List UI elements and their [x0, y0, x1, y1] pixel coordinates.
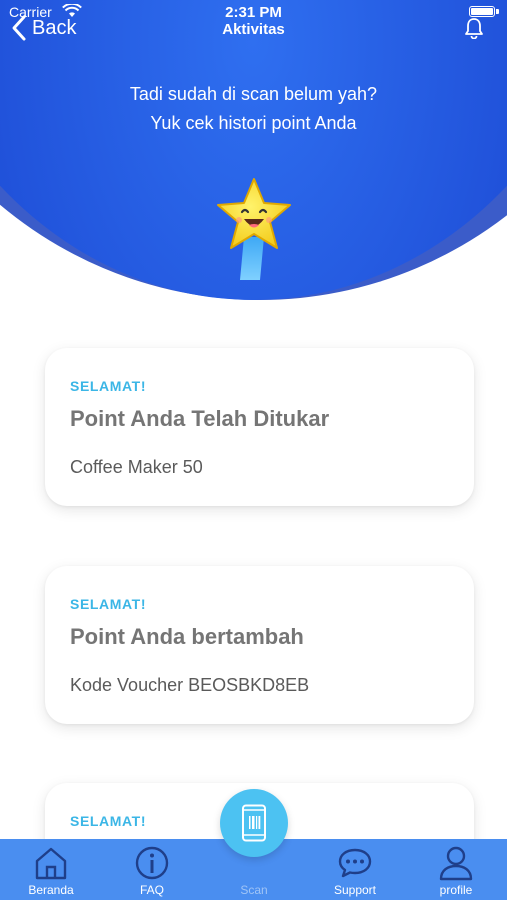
activity-card[interactable]: SELAMAT! Point Anda bertambah Kode Vouch…	[45, 566, 474, 724]
tab-label: profile	[439, 883, 473, 897]
card-title: Point Anda Telah Ditukar	[70, 406, 330, 431]
chat-icon	[338, 848, 372, 878]
card-description: Coffee Maker 50	[70, 457, 203, 477]
bell-icon[interactable]	[463, 17, 485, 39]
header-subtitle: Tadi sudah di scan belum yah? Yuk cek hi…	[0, 80, 507, 138]
user-icon	[439, 846, 473, 881]
tab-profile[interactable]: profile	[416, 839, 496, 900]
card-tag: SELAMAT!	[70, 378, 147, 394]
tab-beranda[interactable]: Beranda	[11, 839, 91, 900]
tab-label: Support	[333, 883, 377, 897]
card-tag: SELAMAT!	[70, 813, 147, 829]
card-title: Point Anda bertambah	[70, 624, 304, 649]
tab-faq[interactable]: FAQ	[112, 839, 192, 900]
tab-label: Beranda	[28, 883, 74, 897]
card-description: Kode Voucher BEOSBKD8EB	[70, 675, 310, 695]
info-icon	[135, 846, 169, 880]
battery-icon	[469, 6, 495, 17]
tab-support[interactable]: Support	[315, 839, 395, 900]
tab-label: Scan	[240, 883, 268, 897]
phone-scan-icon	[242, 804, 266, 842]
battery-tip-icon	[496, 9, 499, 14]
scan-button[interactable]	[220, 789, 288, 857]
star-mascot-icon	[217, 178, 291, 280]
activity-card[interactable]: SELAMAT! Point Anda Telah Ditukar Coffee…	[45, 348, 474, 506]
header-line-2: Yuk cek histori point Anda	[150, 113, 357, 133]
activity-screen: Carrier 2:31 PM Back Aktivitas Tadi suda…	[0, 0, 507, 900]
home-icon	[35, 847, 67, 880]
card-tag: SELAMAT!	[70, 596, 147, 612]
tab-label: FAQ	[139, 883, 164, 897]
page-title: Aktivitas	[222, 21, 285, 38]
header-line-1: Tadi sudah di scan belum yah?	[129, 84, 378, 104]
